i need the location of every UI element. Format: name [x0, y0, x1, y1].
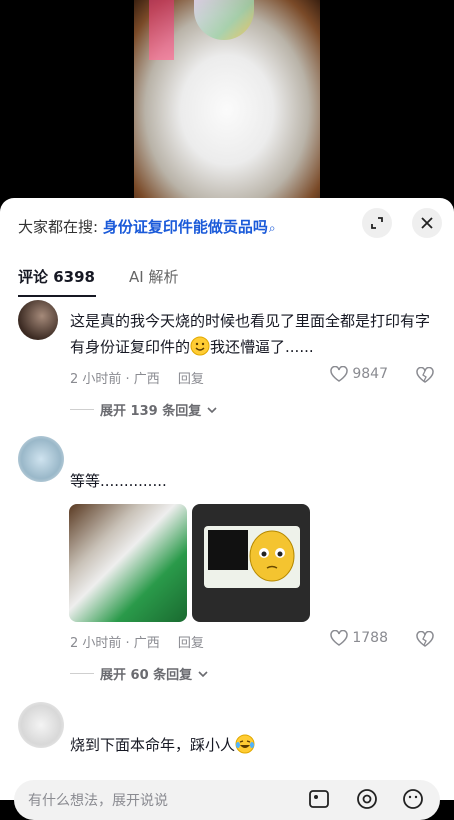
laugh-cry-emoji	[235, 734, 255, 754]
tab-ai-analysis[interactable]: AI 解析	[129, 266, 178, 287]
expand-replies-label: 展开 60 条回复	[100, 668, 193, 683]
cartoon-face	[249, 530, 295, 582]
emoji-icon[interactable]	[402, 788, 424, 810]
avatar[interactable]	[18, 300, 58, 340]
divider-line	[70, 673, 94, 674]
dislike-button[interactable]	[416, 366, 434, 387]
comment-input-bar[interactable]: 有什么想法，展开说说	[14, 780, 440, 820]
comment-meta: 2 小时前 · 广西 回复	[70, 368, 204, 387]
redaction-bar	[208, 530, 248, 570]
comment-text[interactable]: 烧到下面本命年，踩小人	[70, 732, 430, 758]
expand-replies[interactable]: 展开 60 条回复	[70, 664, 208, 683]
chevron-down-icon	[207, 406, 217, 413]
tab-indicator	[18, 295, 96, 297]
expand-button[interactable]	[362, 208, 392, 238]
tab-comments[interactable]: 评论 6398	[18, 266, 95, 287]
comment-image[interactable]	[69, 504, 187, 622]
like-count: 1788	[352, 630, 388, 646]
reply-button[interactable]: 回复	[178, 636, 204, 651]
avatar[interactable]	[18, 436, 64, 482]
search-prefix: 大家都在搜:	[18, 218, 99, 236]
close-icon	[421, 217, 433, 229]
heart-icon	[330, 630, 349, 646]
comment-text[interactable]: 这是真的我今天烧的时候也看见了里面全都是打印有字有身份证复印件的 我还懵逼了...…	[70, 308, 430, 360]
like-button[interactable]: 9847	[330, 366, 388, 382]
comment-tabs: 评论 6398 AI 解析	[18, 266, 178, 287]
dislike-button[interactable]	[416, 630, 434, 651]
comment-sheet: 大家都在搜: 身份证复印件能做贡品吗⌕ 评论 6398 AI 解析 这是真的我今…	[0, 198, 454, 800]
image-icon[interactable]	[308, 788, 330, 810]
comment-input[interactable]: 有什么想法，展开说说	[28, 790, 168, 810]
like-button[interactable]: 1788	[330, 630, 388, 646]
reply-button[interactable]: 回复	[178, 372, 204, 387]
search-suggestion[interactable]: 大家都在搜: 身份证复印件能做贡品吗⌕	[18, 216, 276, 237]
chevron-down-icon	[198, 670, 208, 677]
comment-meta: 2 小时前 · 广西 回复	[70, 632, 204, 651]
search-icon: ⌕	[268, 221, 276, 235]
search-query[interactable]: 身份证复印件能做贡品吗	[103, 218, 268, 236]
smile-emoji	[190, 336, 210, 356]
expand-icon	[371, 217, 383, 229]
close-button[interactable]	[412, 208, 442, 238]
like-count: 9847	[352, 366, 388, 382]
comment-time-location: 2 小时前 · 广西	[70, 372, 160, 387]
comment-text-part: 我还懵逼了......	[210, 338, 314, 356]
expand-replies-label: 展开 139 条回复	[100, 404, 202, 419]
comment-image[interactable]	[192, 504, 310, 622]
broken-heart-icon	[416, 630, 434, 647]
comment-text[interactable]: 等等..............	[70, 468, 430, 494]
at-icon[interactable]	[356, 788, 378, 810]
video-player[interactable]	[0, 0, 454, 200]
broken-heart-icon	[416, 366, 434, 383]
expand-replies[interactable]: 展开 139 条回复	[70, 400, 217, 419]
comment-text-part: 烧到下面本命年，踩小人	[70, 736, 236, 754]
heart-icon	[330, 366, 349, 382]
comment-time-location: 2 小时前 · 广西	[70, 636, 160, 651]
avatar[interactable]	[18, 702, 64, 748]
divider-line	[70, 409, 94, 410]
video-frame	[134, 0, 320, 200]
